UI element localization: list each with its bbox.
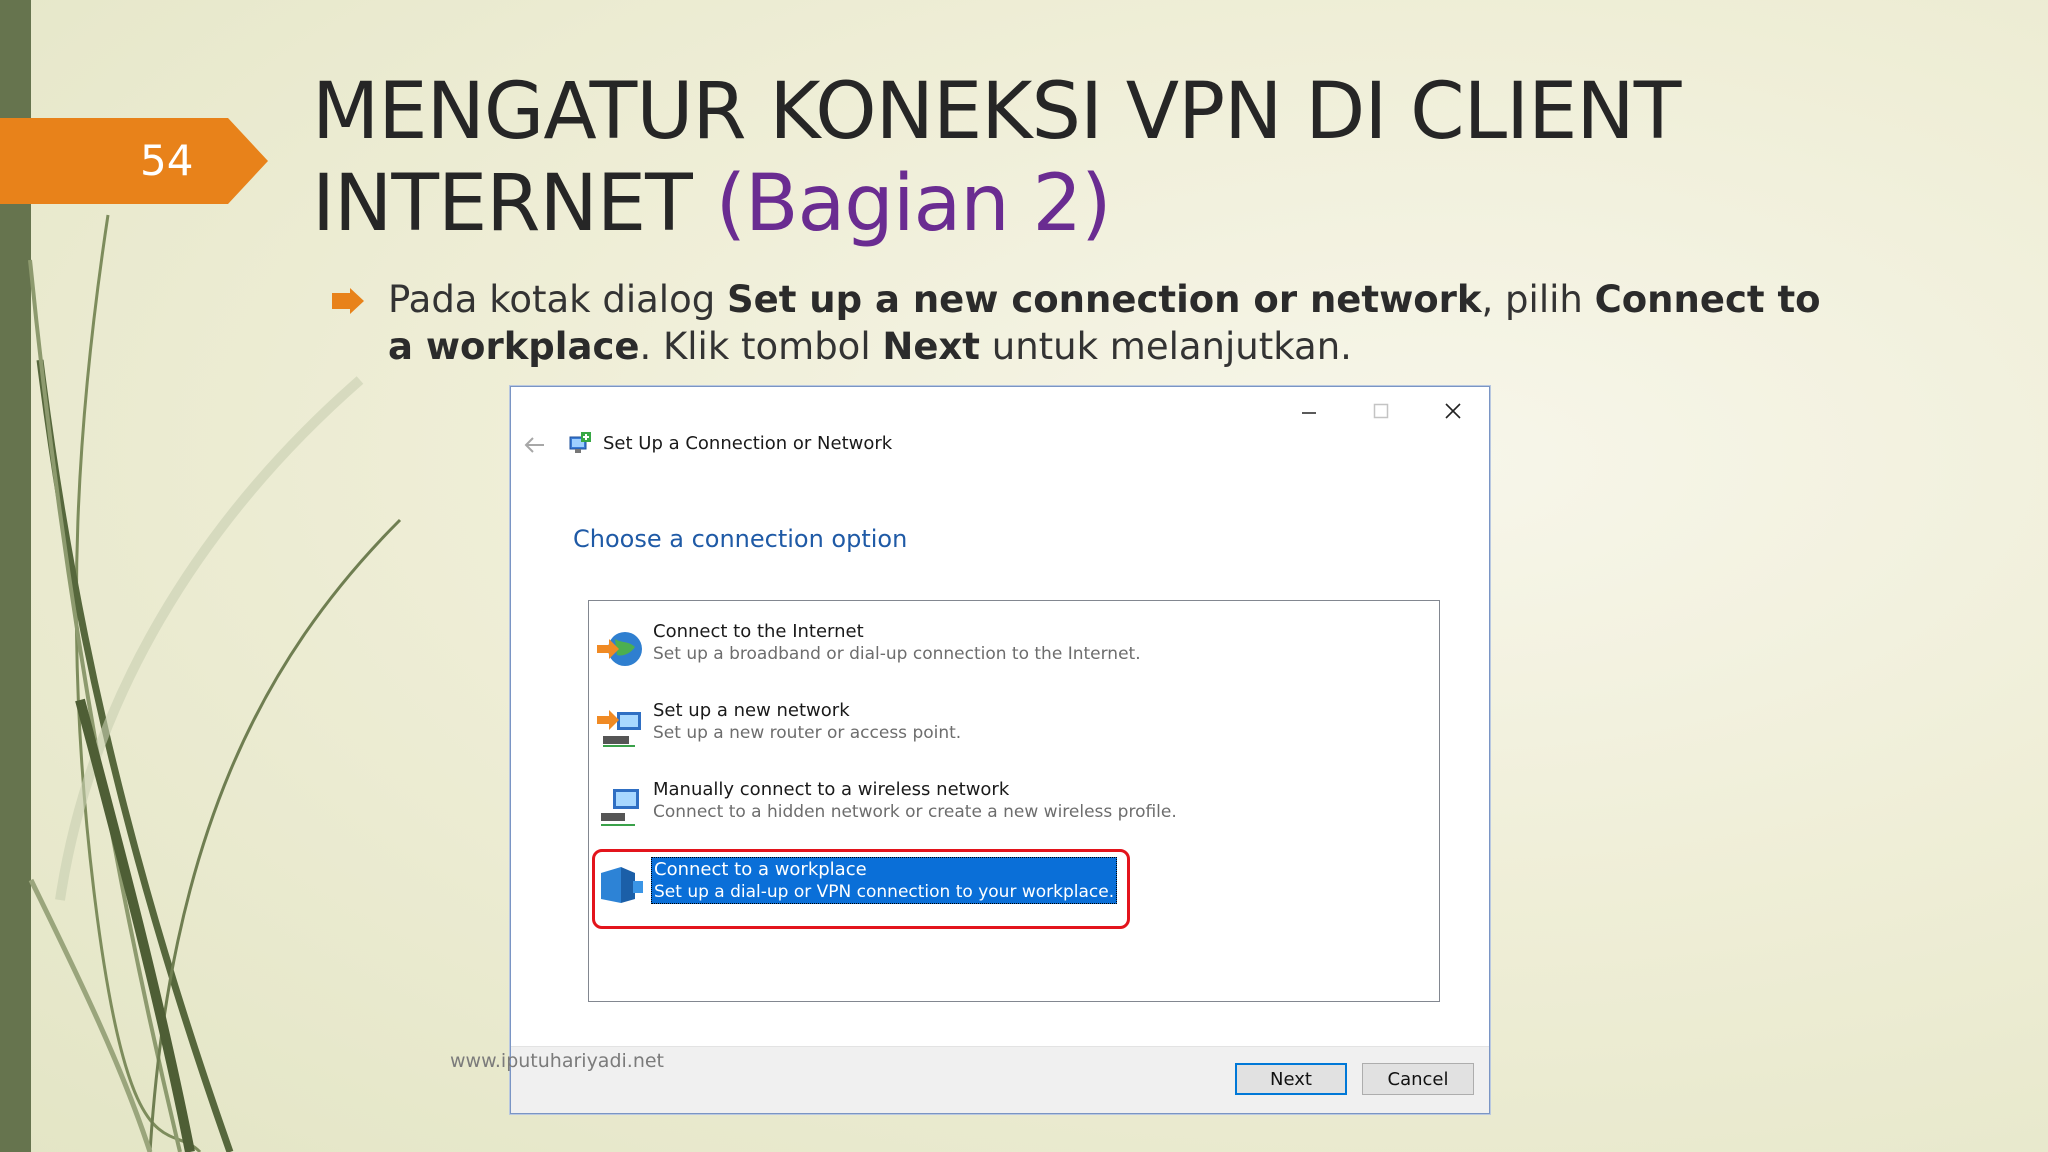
bullet-arrow-icon	[332, 288, 364, 314]
bullet-part: . Klik tombol	[639, 325, 883, 368]
option-description: Set up a broadband or dial-up connection…	[653, 644, 1141, 664]
option-description: Connect to a hidden network or create a …	[653, 802, 1177, 822]
option-title: Connect to a workplace	[654, 859, 867, 880]
bullet-bold: Next	[882, 325, 980, 368]
bullet-bold: Set up a new connection or network	[726, 278, 1482, 321]
option-new-network[interactable]: Set up a new network Set up a new router…	[595, 696, 1425, 758]
option-text: Set up a new network Set up a new router…	[653, 700, 961, 743]
option-description: Set up a dial-up or VPN connection to yo…	[654, 882, 1115, 902]
option-connect-workplace[interactable]: Connect to a workplace Set up a dial-up …	[592, 849, 1425, 929]
back-arrow-icon[interactable]	[523, 433, 547, 457]
maximize-icon	[1373, 403, 1389, 419]
maximize-button[interactable]	[1345, 387, 1417, 435]
minimize-icon	[1302, 412, 1316, 414]
setup-connection-dialog: Set Up a Connection or Network Choose a …	[510, 386, 1490, 1114]
bullet-text: Pada kotak dialog Set up a new connectio…	[388, 276, 1828, 370]
connection-options-list: Connect to the Internet Set up a broadba…	[588, 600, 1440, 1002]
dialog-title: Set Up a Connection or Network	[603, 433, 893, 454]
option-connect-internet[interactable]: Connect to the Internet Set up a broadba…	[595, 617, 1425, 679]
option-text: Manually connect to a wireless network C…	[653, 779, 1177, 822]
workplace-icon	[601, 867, 643, 903]
next-button[interactable]: Next	[1235, 1063, 1347, 1095]
slide-number: 54	[140, 136, 194, 185]
close-button[interactable]	[1417, 387, 1489, 435]
option-title: Connect to the Internet	[653, 621, 864, 642]
slide-number-badge	[0, 118, 268, 204]
cancel-button[interactable]: Cancel	[1362, 1063, 1474, 1095]
option-text: Connect to a workplace Set up a dial-up …	[651, 857, 1118, 904]
slide-title: MENGATUR KONEKSI VPN DI CLIENT INTERNET …	[312, 66, 2012, 250]
minimize-button[interactable]	[1273, 387, 1345, 435]
window-controls	[1273, 387, 1489, 435]
router-icon	[597, 710, 641, 747]
bullet-part: , pilih	[1481, 278, 1595, 321]
option-title: Set up a new network	[653, 700, 850, 721]
bullet-part: untuk melanjutkan.	[979, 325, 1352, 368]
option-title: Manually connect to a wireless network	[653, 779, 1010, 800]
bullet-part: Pada kotak dialog	[388, 278, 727, 321]
network-setup-icon	[569, 432, 591, 453]
option-text: Connect to the Internet Set up a broadba…	[653, 621, 1141, 664]
title-accent: (Bagian 2)	[715, 159, 1112, 249]
option-description: Set up a new router or access point.	[653, 723, 962, 743]
close-icon	[1445, 403, 1461, 419]
dialog-heading: Choose a connection option	[573, 525, 908, 553]
option-manual-wireless[interactable]: Manually connect to a wireless network C…	[595, 775, 1425, 837]
wireless-monitor-icon	[601, 789, 639, 826]
globe-icon	[597, 632, 642, 666]
website-watermark: www.iputuhariyadi.net	[450, 1050, 665, 1072]
